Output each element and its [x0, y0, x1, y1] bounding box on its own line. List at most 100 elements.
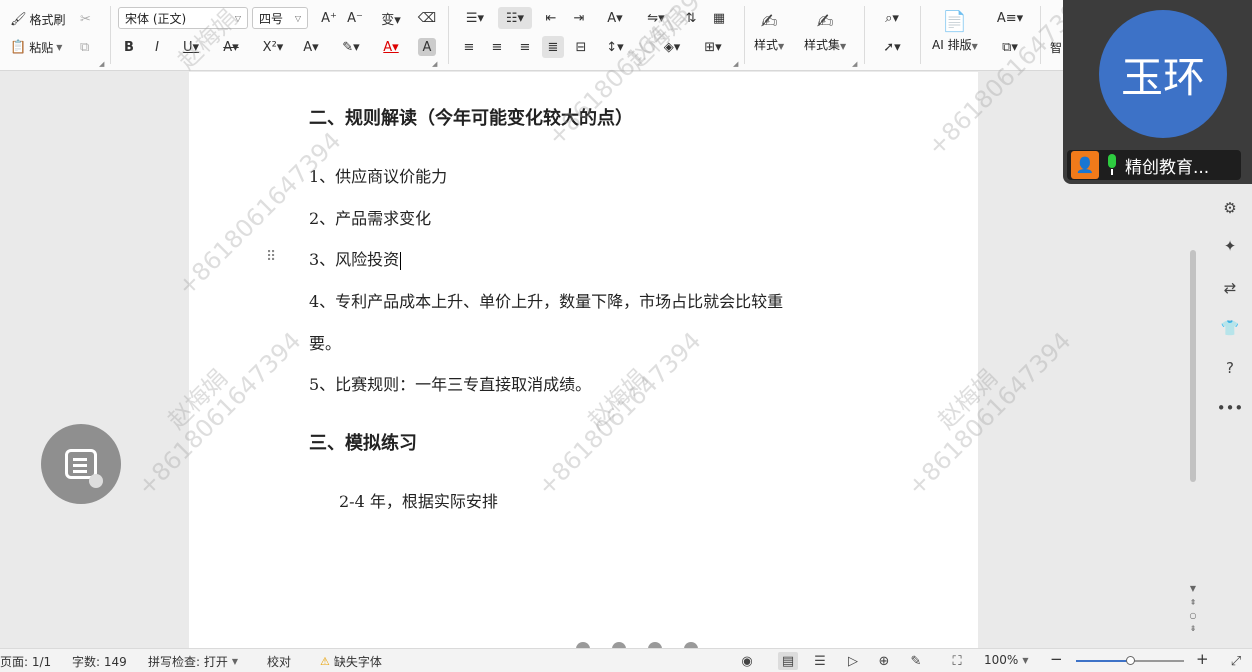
character-shading-button[interactable]: A [418, 38, 436, 56]
fit-page-button[interactable]: ⛶ [947, 652, 967, 670]
list-item: 2、产品需求变化 [309, 209, 432, 228]
read-mode-button[interactable]: ▷ [843, 652, 863, 670]
superscript-button[interactable]: X²▾ [256, 36, 290, 58]
video-call-overlay[interactable]: 玉环 👤 精创教育... [1063, 0, 1252, 184]
fullscreen-icon: ⤢ [1230, 653, 1242, 669]
highlight-button[interactable]: ✎▾ [336, 36, 366, 58]
more-button[interactable]: ••• [1214, 394, 1246, 422]
strikethrough-button[interactable]: A▾ [216, 36, 246, 58]
write-mode-button[interactable]: ✎ [906, 652, 926, 670]
avatar: 玉环 [1099, 10, 1227, 138]
zoom-slider[interactable] [1076, 656, 1184, 665]
underline-icon: U▾ [182, 39, 200, 55]
help-button[interactable]: ? [1214, 354, 1246, 382]
align-left-button[interactable]: ≡ [458, 36, 480, 58]
select-button[interactable]: ➚▾ [876, 36, 908, 58]
style-set-button[interactable]: ✍ 样式集▼ [804, 6, 846, 53]
cut-button[interactable]: ✂ [80, 8, 91, 30]
grow-font-button[interactable]: A⁺ [318, 7, 340, 29]
floating-assistant-button[interactable] [41, 424, 121, 504]
distribute-button[interactable]: ⊟ [570, 36, 592, 58]
bold-button[interactable]: B [118, 36, 140, 58]
word-count[interactable]: 字数: 149 [72, 653, 127, 670]
ai-layout-button[interactable]: 📄 AI 排版▼ [932, 6, 978, 53]
drag-handle-icon[interactable]: ⠿ [266, 249, 276, 265]
italic-button[interactable]: I [146, 36, 168, 58]
copy-button[interactable]: ⧉ [80, 36, 89, 58]
outline-view-button[interactable]: ☰ [810, 652, 830, 670]
show-marks-icon: ▦ [712, 10, 726, 26]
line-spacing-button[interactable]: ↕▾ [598, 36, 632, 58]
dialog-launcher-icon[interactable]: ◢ [99, 60, 104, 68]
dialog-launcher-icon[interactable]: ◢ [432, 60, 437, 68]
missing-font-button[interactable]: ⚠ 缺失字体 [320, 653, 382, 670]
phonetic-guide-button[interactable]: 变▾ [374, 7, 408, 29]
bullet-list-button[interactable]: ☰▾ [460, 7, 490, 29]
decrease-indent-button[interactable]: ⇤ [540, 7, 562, 29]
shrink-font-button[interactable]: A⁻ [344, 7, 366, 29]
previous-page-icon[interactable]: ⇞ [1186, 598, 1200, 607]
justify-icon: ≣ [547, 39, 559, 55]
spell-check-toggle[interactable]: 拼写检查: 打开 ▼ [148, 653, 238, 670]
font-color-icon: A▾ [383, 39, 399, 55]
proofread-button[interactable]: 校对 [267, 653, 291, 670]
page-count[interactable]: 页面: 1/1 [0, 653, 51, 670]
sort-button[interactable]: ⇋▾ [642, 7, 670, 29]
magic-tool-button[interactable]: ✦ [1214, 232, 1246, 260]
page-view-button[interactable]: ▤ [778, 652, 798, 670]
align-center-icon: ≡ [491, 39, 503, 55]
clear-format-button[interactable]: ⌫ [416, 7, 438, 29]
zoom-dropdown[interactable]: 100% ▼ [984, 653, 1028, 667]
shading-button[interactable]: ◈▾ [656, 36, 688, 58]
borders-button[interactable]: ⊞▾ [698, 36, 728, 58]
shirt-tool-button[interactable]: 👕 [1214, 314, 1246, 342]
text-tools-button[interactable]: A≡▾ [994, 7, 1026, 29]
vertical-scrollbar-thumb[interactable] [1190, 250, 1196, 482]
adjust-settings-button[interactable]: ⚙ [1214, 194, 1246, 222]
select-browse-object-icon[interactable]: ○ [1186, 611, 1200, 620]
missing-font-label: 缺失字体 [333, 655, 382, 669]
numbered-list-button[interactable]: ☷▾ [498, 7, 532, 29]
text-effect-button[interactable]: A▾ [296, 36, 326, 58]
next-page-icon[interactable]: ⇟ [1186, 624, 1200, 633]
zoom-in-button[interactable]: + [1196, 650, 1209, 668]
style-set-label: 样式集▼ [804, 38, 847, 52]
web-view-button[interactable]: ⊕ [874, 652, 894, 670]
scroll-down-icon[interactable]: ▼ [1186, 584, 1200, 593]
status-bar: 页面: 1/1 字数: 149 拼写检查: 打开 ▼ 校对 ⚠ 缺失字体 ◉ ▤… [0, 648, 1252, 672]
chevron-down-icon: ▼ [231, 657, 239, 666]
format-painter-button[interactable]: 🖌 格式刷 [10, 8, 66, 30]
find-button[interactable]: ⌕▾ [876, 7, 908, 29]
underline-button[interactable]: U▾ [174, 36, 208, 58]
justify-button[interactable]: ≣ [542, 36, 564, 58]
list-item-active[interactable]: 3、风险投资 [309, 246, 402, 270]
text-direction-button[interactable]: A▾ [600, 7, 630, 29]
line-spacing-icon: ↕▾ [606, 39, 624, 55]
align-center-button[interactable]: ≡ [486, 36, 508, 58]
plus-icon: + [1196, 650, 1209, 668]
fullscreen-button[interactable]: ⤢ [1226, 652, 1246, 670]
show-marks-button[interactable]: ▦ [708, 7, 730, 29]
paste-button[interactable]: 📋 粘贴 ▼ [10, 36, 62, 58]
zoom-out-button[interactable]: − [1050, 650, 1063, 668]
shapes-button[interactable]: ⧉▾ [994, 36, 1026, 58]
sort-az-button[interactable]: ⇅ [680, 7, 702, 29]
font-color-button[interactable]: A▾ [376, 36, 406, 58]
increase-indent-button[interactable]: ⇥ [568, 7, 590, 29]
translate-button[interactable]: ⇄ [1214, 274, 1246, 302]
font-size-select[interactable]: 四号 ▽ [252, 7, 308, 29]
eye-protection-button[interactable]: ◉ [737, 652, 757, 670]
format-painter-label: 格式刷 [29, 12, 66, 27]
dialog-launcher-icon[interactable]: ◢ [733, 60, 738, 68]
zoom-slider-thumb[interactable] [1126, 656, 1135, 665]
styles-button[interactable]: ✍ 样式▼ [754, 6, 784, 53]
document-page[interactable]: 二、规则解读（今年可能变化较大的点） 1、供应商议价能力 2、产品需求变化 3、… [189, 72, 978, 648]
paste-label: 粘贴 [29, 40, 54, 55]
font-name-select[interactable]: 宋体 (正文) ▽ [118, 7, 248, 29]
cursor-arrow-icon: ➚▾ [883, 39, 901, 55]
divider [448, 6, 449, 64]
align-right-button[interactable]: ≡ [514, 36, 536, 58]
dialog-launcher-icon[interactable]: ◢ [852, 60, 857, 68]
user-icon: 👤 [1071, 151, 1099, 179]
smart-button[interactable]: 智 [1050, 36, 1062, 58]
